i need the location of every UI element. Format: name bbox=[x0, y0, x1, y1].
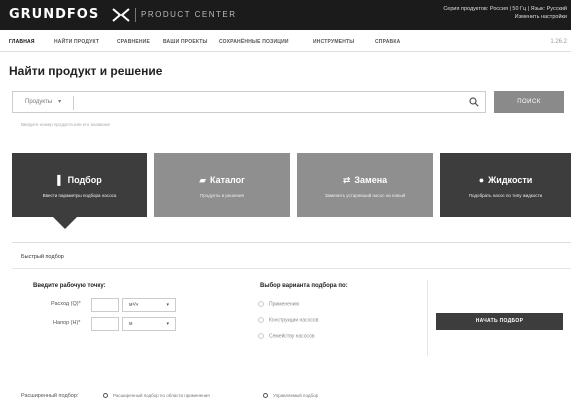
advanced-option-guided[interactable]: Управляемый подбор bbox=[263, 393, 319, 399]
quick-selection-label: Быстрый подбор bbox=[21, 254, 64, 260]
nav-item-projects[interactable]: ВАШИ ПРОЕКТЫ bbox=[163, 39, 208, 45]
tile-liquids-label: Жидкости bbox=[488, 175, 533, 185]
tile-liquids-title: ● Жидкости bbox=[440, 175, 571, 185]
search-button[interactable]: ПОИСК bbox=[494, 91, 564, 113]
nav-item-help[interactable]: СПРАВКА bbox=[375, 39, 400, 45]
radio-circle[interactable] bbox=[258, 301, 264, 307]
region-settings[interactable]: Серия продуктов: Россия | 50 Гц | Язык: … bbox=[443, 5, 567, 21]
flow-unit-value: м³/ч bbox=[129, 302, 139, 308]
option-pump-family-label: Семейству насосов bbox=[269, 333, 315, 340]
tile-replace-label: Замена bbox=[354, 175, 388, 185]
flow-input[interactable] bbox=[91, 298, 119, 312]
advanced-option-application[interactable]: Расширенный подбор по области применения bbox=[103, 393, 210, 399]
head-unit-value: м bbox=[129, 321, 133, 327]
option-pump-family[interactable]: Семейству насосов bbox=[258, 333, 315, 339]
change-settings-link[interactable]: Изменить настройки bbox=[443, 13, 567, 21]
logo-separator bbox=[135, 8, 136, 22]
advanced-option-application-label: Расширенный подбор по области применения bbox=[113, 393, 210, 398]
nav-item-tools[interactable]: ИНСТРУМЕНТЫ bbox=[313, 39, 354, 45]
advanced-selection-label: Расширенный подбор: bbox=[21, 393, 79, 399]
option-application[interactable]: Применению bbox=[258, 301, 299, 307]
search-category-value: Продукты bbox=[25, 99, 53, 105]
variant-heading: Выбор варианта подбора по: bbox=[260, 283, 348, 289]
tile-catalog[interactable]: ▰ Каталог Продукты и решения bbox=[154, 153, 290, 217]
tile-selection-title: ▌ Подбор bbox=[12, 175, 147, 185]
search-input[interactable]: Продукты ▾ bbox=[12, 91, 486, 113]
option-pump-design[interactable]: Конструкции насосов bbox=[258, 317, 318, 323]
option-bullet-icon bbox=[103, 393, 108, 399]
tile-replace-title: ⇄ Замена bbox=[297, 175, 433, 186]
tile-catalog-title: ▰ Каталог bbox=[154, 175, 290, 186]
version-label: 1.26.2 bbox=[550, 39, 567, 45]
search-category-dropdown[interactable]: Продукты ▾ bbox=[25, 98, 61, 105]
selection-icon: ▌ bbox=[57, 175, 64, 185]
active-tile-pointer bbox=[53, 217, 77, 229]
main-navigation: ГЛАВНАЯ НАЙТИ ПРОДУКТ СРАВНЕНИЕ ВАШИ ПРО… bbox=[0, 30, 571, 52]
start-selection-button[interactable]: НАЧАТЬ ПОДБОР bbox=[436, 313, 563, 330]
tile-replace-subtitle: Заменить устаревший насос на новый bbox=[324, 193, 406, 198]
liquid-drop-icon: ● bbox=[478, 175, 485, 185]
head-unit-select[interactable]: м ▾ bbox=[122, 317, 176, 331]
option-application-label: Применению bbox=[269, 301, 300, 308]
catalog-icon: ▰ bbox=[199, 175, 207, 185]
search-icon[interactable] bbox=[469, 97, 479, 107]
nav-item-find-product[interactable]: НАЙТИ ПРОДУКТ bbox=[54, 39, 99, 45]
tile-selection-subtitle: Ввести параметры подбора насоса bbox=[42, 193, 117, 198]
replace-icon: ⇄ bbox=[342, 175, 351, 185]
nav-item-saved[interactable]: СОХРАНЁННЫЕ ПОЗИЦИИ bbox=[219, 39, 289, 45]
flow-label: Расход (Q)* bbox=[51, 301, 81, 307]
flow-unit-select[interactable]: м³/ч ▾ bbox=[122, 298, 176, 312]
chevron-down-icon: ▾ bbox=[166, 302, 169, 308]
tile-selection-label: Подбор bbox=[67, 175, 102, 185]
top-header: GRUNDFOS PRODUCT CENTER Серия продуктов:… bbox=[0, 0, 571, 30]
tile-catalog-subtitle: Продукты и решения bbox=[200, 193, 244, 198]
advanced-option-guided-label: Управляемый подбор bbox=[273, 393, 319, 398]
page-title: Найти продукт и решение bbox=[9, 64, 163, 78]
tile-catalog-label: Каталог bbox=[210, 175, 245, 185]
head-label: Напор (H)* bbox=[53, 320, 81, 326]
search-hint: Введите номер продукта или его название bbox=[21, 122, 111, 127]
tile-replace[interactable]: ⇄ Замена Заменить устаревший насос на нов… bbox=[297, 153, 433, 217]
radio-circle[interactable] bbox=[258, 317, 264, 323]
radio-circle[interactable] bbox=[258, 333, 264, 339]
grundfos-x-icon bbox=[112, 8, 130, 22]
option-pump-design-label: Конструкции насосов bbox=[269, 317, 319, 324]
region-info: Серия продуктов: Россия | 50 Гц | Язык: … bbox=[443, 6, 567, 12]
nav-item-home[interactable]: ГЛАВНАЯ bbox=[9, 39, 35, 45]
product-center-label: PRODUCT CENTER bbox=[141, 10, 237, 19]
section-divider bbox=[12, 268, 571, 269]
chevron-down-icon: ▾ bbox=[166, 321, 169, 327]
search-divider bbox=[73, 96, 74, 110]
chevron-down-icon: ▾ bbox=[58, 99, 62, 105]
vertical-divider bbox=[427, 280, 428, 356]
tile-liquids[interactable]: ● Жидкости Подобрать насос по типу жидкос… bbox=[440, 153, 571, 217]
nav-item-compare[interactable]: СРАВНЕНИЕ bbox=[117, 39, 150, 45]
head-input[interactable] bbox=[91, 317, 119, 331]
grundfos-logo[interactable]: GRUNDFOS bbox=[9, 7, 99, 22]
duty-point-heading: Введите рабочую точку: bbox=[33, 283, 106, 289]
option-bullet-icon bbox=[263, 393, 268, 399]
tile-selection[interactable]: ▌ Подбор Ввести параметры подбора насоса bbox=[12, 153, 147, 217]
tile-liquids-subtitle: Подобрать насос по типу жидкости bbox=[468, 193, 543, 198]
